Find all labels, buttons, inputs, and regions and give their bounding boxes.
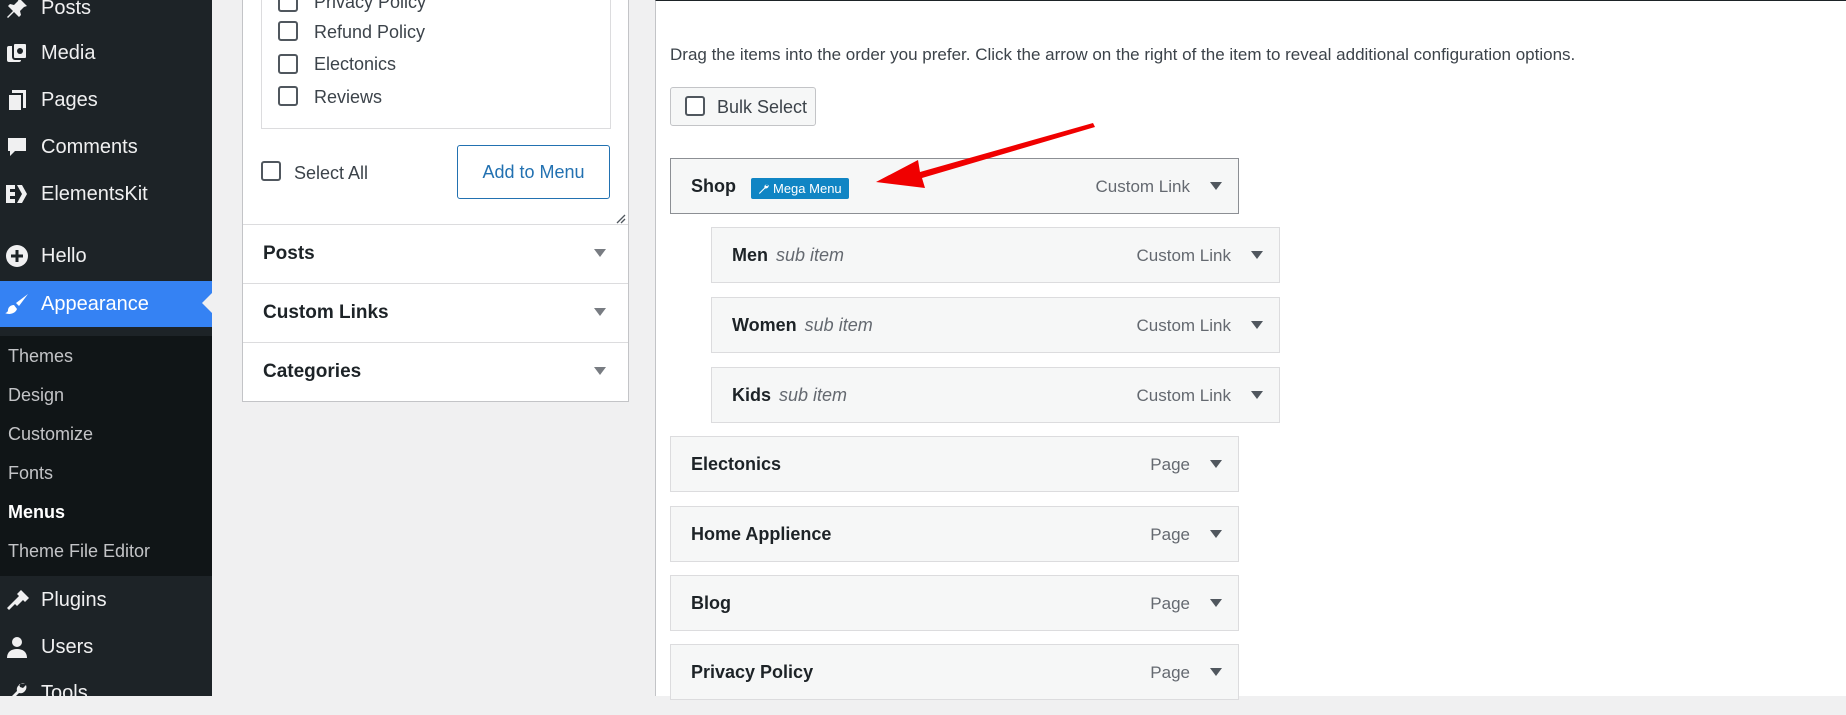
sidebar-item-media[interactable]: Media	[0, 31, 212, 75]
add-to-menu-button[interactable]: Add to Menu	[457, 145, 610, 199]
accordion-title: Categories	[263, 361, 362, 382]
sidebar-item-appearance[interactable]: Appearance	[0, 281, 212, 327]
menu-item-kids[interactable]: Kids sub item Custom Link	[711, 367, 1280, 423]
submenu-theme-file-editor[interactable]: Theme File Editor	[8, 541, 150, 562]
sidebar-item-tools[interactable]: Tools	[0, 671, 212, 715]
admin-sidebar: Posts Media Pages Comments ElementsKit H…	[0, 0, 212, 704]
menu-item-type: Page	[1150, 594, 1190, 613]
expand-arrow-icon[interactable]	[1251, 391, 1263, 399]
menu-item-home-applience[interactable]: Home Applience Page	[670, 506, 1239, 562]
menu-item-type: Page	[1150, 455, 1190, 474]
bulk-select-checkbox[interactable]	[685, 96, 705, 116]
mega-menu-label: Mega Menu	[773, 181, 842, 196]
submenu-themes[interactable]: Themes	[8, 346, 73, 367]
sidebar-item-posts[interactable]: Posts	[0, 0, 212, 30]
accordion-title: Posts	[263, 243, 315, 264]
pin-icon	[4, 0, 30, 21]
expand-arrow-icon[interactable]	[1251, 251, 1263, 259]
comment-icon	[4, 134, 30, 160]
select-all-checkbox[interactable]	[261, 161, 281, 181]
chevron-down-icon	[594, 249, 606, 257]
expand-arrow-icon[interactable]	[1210, 182, 1222, 190]
media-icon	[4, 40, 30, 66]
submenu-design[interactable]: Design	[8, 385, 64, 406]
pages-icon	[4, 87, 30, 113]
page-label: Electonics	[314, 54, 397, 74]
submenu-menus[interactable]: Menus	[8, 502, 65, 523]
expand-arrow-icon[interactable]	[1210, 460, 1222, 468]
menu-item-type: Page	[1150, 525, 1190, 544]
menu-item-blog[interactable]: Blog Page	[670, 575, 1239, 631]
menu-item-electonics[interactable]: Electonics Page	[670, 436, 1239, 492]
brush-icon	[4, 291, 30, 317]
sidebar-item-comments[interactable]: Comments	[0, 125, 212, 169]
sidebar-item-plugins[interactable]: Plugins	[0, 578, 212, 622]
menu-item-title: Women sub item	[732, 315, 873, 335]
drag-instructions: Drag the items into the order you prefer…	[670, 45, 1576, 64]
chevron-down-icon	[594, 367, 606, 375]
menu-structure-panel: Drag the items into the order you prefer…	[655, 0, 1846, 700]
accordion-title: Custom Links	[263, 302, 389, 323]
pages-checklist: Privacy Policy Refund Policy Electonics …	[261, 0, 611, 129]
menu-item-title: Shop	[691, 176, 736, 196]
menu-item-type: Custom Link	[1136, 246, 1231, 265]
menu-item-shop[interactable]: Shop Mega Menu Custom Link	[670, 158, 1239, 214]
accordion-custom-links[interactable]: Custom Links	[243, 283, 628, 341]
page-checkbox[interactable]	[278, 54, 298, 74]
expand-arrow-icon[interactable]	[1251, 321, 1263, 329]
accordion-categories[interactable]: Categories	[243, 342, 628, 400]
menu-item-type: Custom Link	[1095, 177, 1190, 196]
page-label: Privacy Policy	[314, 0, 427, 12]
menu-item-title: Kids sub item	[732, 385, 848, 405]
menu-item-type: Custom Link	[1136, 386, 1231, 405]
sidebar-item-users[interactable]: Users	[0, 625, 212, 669]
expand-arrow-icon[interactable]	[1210, 530, 1222, 538]
mega-menu-badge[interactable]: Mega Menu	[751, 178, 849, 199]
page-checkbox[interactable]	[278, 86, 298, 106]
wrench-icon	[4, 680, 30, 706]
menu-item-title: Men sub item	[732, 245, 845, 265]
accordion-posts[interactable]: Posts	[243, 224, 628, 282]
user-icon	[4, 634, 30, 660]
menu-item-title: Blog	[691, 593, 731, 613]
page-label: Reviews	[314, 87, 383, 107]
submenu-customize[interactable]: Customize	[8, 424, 93, 445]
plus-circle-icon	[4, 243, 30, 269]
submenu-fonts[interactable]: Fonts	[8, 463, 53, 484]
elementskit-icon	[4, 181, 30, 207]
menu-item-title: Electonics	[691, 454, 782, 474]
menu-item-type: Custom Link	[1136, 316, 1231, 335]
add-menu-items-panel: Privacy Policy Refund Policy Electonics …	[242, 0, 629, 402]
menu-item-privacy-policy[interactable]: Privacy Policy Page	[670, 644, 1239, 700]
resize-handle-icon[interactable]	[616, 211, 626, 224]
expand-arrow-icon[interactable]	[1210, 599, 1222, 607]
expand-arrow-icon[interactable]	[1210, 668, 1222, 676]
page-checkbox[interactable]	[278, 21, 298, 41]
page-checkbox[interactable]	[278, 0, 298, 12]
appearance-submenu: Themes Design Customize Fonts Menus Them…	[0, 336, 212, 576]
menu-item-men[interactable]: Men sub item Custom Link	[711, 227, 1280, 283]
chevron-down-icon	[594, 308, 606, 316]
wrench-icon	[758, 184, 769, 194]
sidebar-item-pages[interactable]: Pages	[0, 78, 212, 122]
plugin-icon	[4, 587, 30, 613]
menu-item-type: Page	[1150, 663, 1190, 682]
sidebar-item-elementskit[interactable]: ElementsKit	[0, 172, 212, 216]
select-all-label: Select All	[294, 163, 369, 183]
sidebar-item-hello[interactable]: Hello	[0, 234, 212, 278]
bulk-select-button[interactable]: Bulk Select	[670, 87, 816, 126]
menu-item-title: Privacy Policy	[691, 662, 814, 682]
menu-item-women[interactable]: Women sub item Custom Link	[711, 297, 1280, 353]
page-label: Refund Policy	[314, 22, 426, 42]
menu-item-title: Home Applience	[691, 524, 832, 544]
bulk-select-label: Bulk Select	[717, 97, 808, 117]
